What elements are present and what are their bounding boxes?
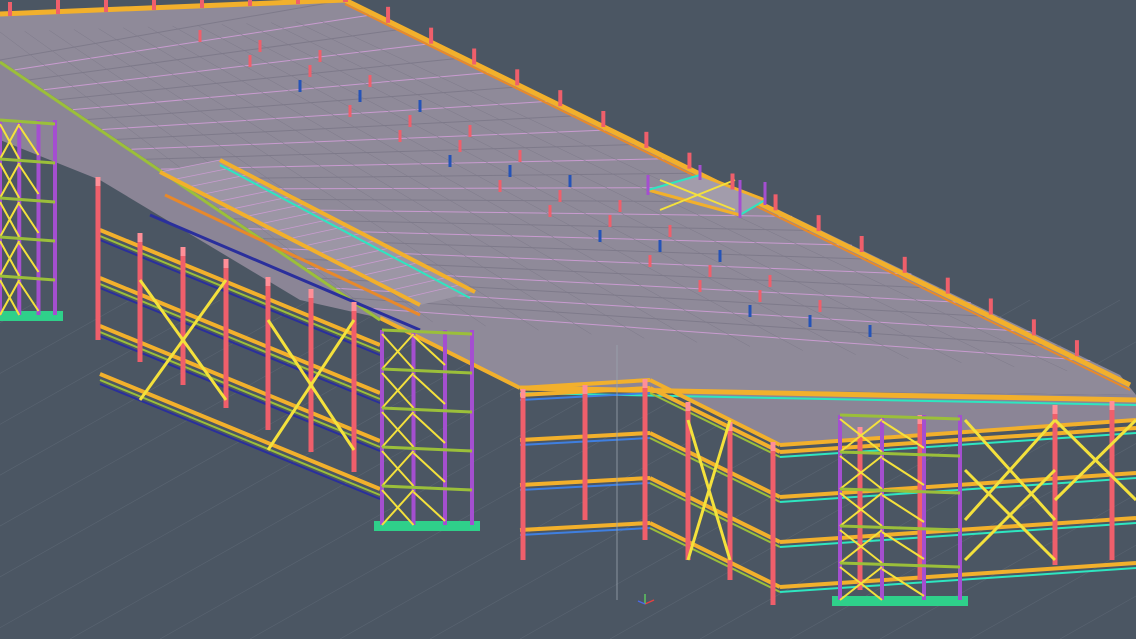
stair-mid-flight-2 [412, 413, 446, 444]
grid-line [0, 299, 131, 374]
stair-mid-flight-1 [412, 374, 446, 405]
stair-mid-flight-3 [412, 452, 446, 483]
grid-line [0, 299, 491, 578]
floor-beam-left-navy-3 [99, 383, 381, 500]
stair-left-landing-2 [0, 196, 56, 204]
stair-left-flight-1 [18, 164, 40, 195]
stair-mid-base [374, 521, 480, 531]
floor-beam-left-3 [99, 372, 381, 491]
stair-left-flight-3 [18, 242, 40, 273]
steel-parking-structure-model[interactable] [0, 0, 1136, 639]
grid-line [0, 299, 41, 323]
ucs-axis-icon [637, 594, 655, 605]
ucs-z-axis [637, 600, 646, 605]
stair-mid-landing-1 [381, 367, 473, 375]
stair-mid-landing-4 [381, 484, 473, 492]
cad-3d-viewport[interactable] [0, 0, 1136, 639]
stair-mid-landing-2 [381, 406, 473, 414]
stair-left-landing-3 [0, 235, 56, 243]
grid-line [0, 299, 221, 425]
grid-line [1059, 595, 1136, 639]
stair-left-flight-4 [18, 281, 40, 312]
stair-left-landing-1 [0, 157, 56, 165]
stair-right-base [832, 596, 968, 606]
stair-left-landing-4 [0, 274, 56, 282]
stair-mid-landing-3 [381, 445, 473, 453]
ucs-x-axis [644, 599, 655, 605]
stair-mid-flight-4 [412, 491, 446, 522]
stair-left-flight-2 [18, 203, 40, 234]
